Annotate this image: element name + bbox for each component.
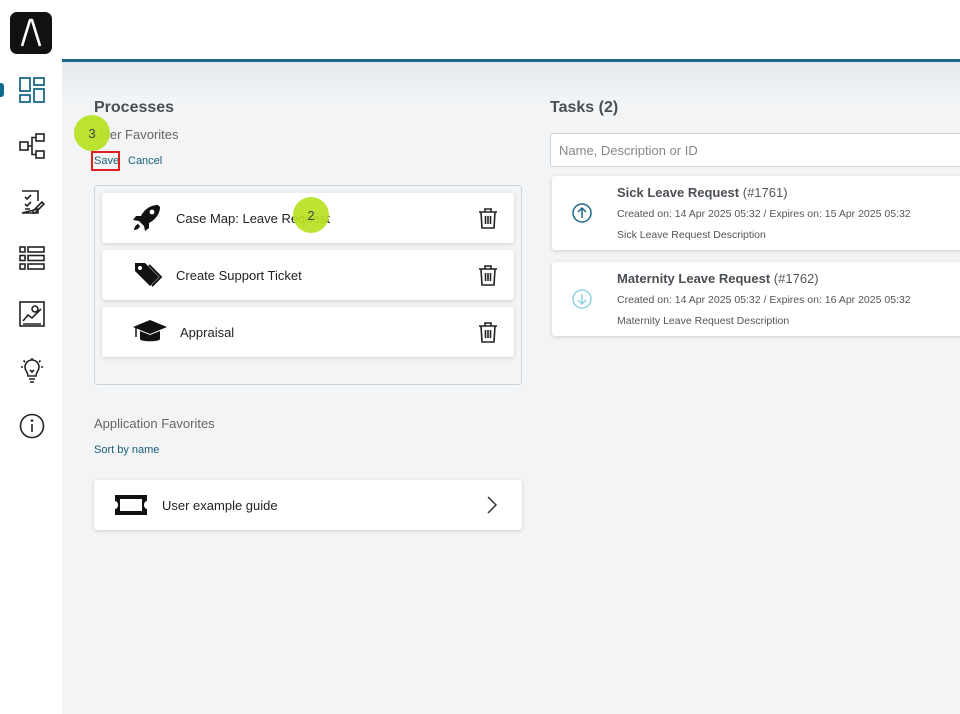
chevron-right-icon [486, 496, 498, 519]
ideas-icon[interactable] [18, 356, 46, 384]
ticket-icon [114, 494, 148, 521]
processes-icon[interactable] [18, 132, 46, 160]
tags-icon [132, 261, 163, 289]
task-id: (#1762) [773, 271, 819, 286]
task-card-maternity-leave[interactable]: Maternity Leave Request (#1762) Created … [552, 262, 960, 336]
app-card-user-guide[interactable]: User example guide [94, 480, 522, 530]
graduation-cap-icon [132, 318, 168, 346]
task-title: Sick Leave Request (#1761) [617, 185, 788, 200]
sort-by-name-link[interactable]: Sort by name [94, 444, 159, 456]
task-card-sick-leave[interactable]: Sick Leave Request (#1761) Created on: 1… [552, 176, 960, 250]
task-description: Maternity Leave Request Description [617, 315, 790, 327]
task-name: Maternity Leave Request [617, 271, 771, 286]
task-search-input[interactable] [550, 133, 960, 167]
rocket-icon [132, 204, 162, 232]
dashboard-icon[interactable] [18, 76, 46, 104]
task-title: Maternity Leave Request (#1762) [617, 271, 819, 286]
step-marker-2: 2 [293, 197, 329, 233]
header-shadow [62, 62, 960, 102]
task-description: Sick Leave Request Description [617, 229, 766, 241]
favorite-label: Appraisal [180, 324, 235, 340]
trash-icon[interactable] [477, 264, 499, 286]
favorite-card-support-ticket[interactable]: Create Support Ticket [102, 250, 514, 300]
list-icon[interactable] [18, 244, 46, 272]
favorite-label: Create Support Ticket [176, 267, 302, 283]
logo[interactable] [10, 12, 52, 54]
statistics-icon[interactable] [18, 300, 46, 328]
processes-title: Processes [94, 99, 175, 116]
logo-mark-icon [20, 18, 42, 47]
trash-icon[interactable] [477, 321, 499, 343]
top-header [62, 0, 960, 62]
tasks-title: Tasks (2) [550, 99, 619, 116]
arrow-up-circle-icon [572, 203, 592, 223]
save-highlight-box [91, 151, 120, 171]
task-dates: Created on: 14 Apr 2025 05:32 / Expires … [617, 208, 911, 220]
step-marker-3: 3 [74, 115, 110, 151]
sidebar [0, 0, 62, 714]
favorite-card-appraisal[interactable]: Appraisal [102, 307, 514, 357]
task-dates: Created on: 14 Apr 2025 05:32 / Expires … [617, 294, 911, 306]
app-label: User example guide [162, 498, 278, 513]
application-favorites-label: Application Favorites [94, 416, 215, 431]
arrow-down-circle-icon [572, 289, 592, 309]
info-icon[interactable] [18, 412, 46, 440]
active-nav-marker [0, 83, 4, 97]
task-id: (#1761) [742, 185, 788, 200]
cancel-link[interactable]: Cancel [128, 155, 162, 167]
trash-icon[interactable] [477, 207, 499, 229]
tasks-icon[interactable] [18, 188, 46, 216]
task-name: Sick Leave Request [617, 185, 740, 200]
